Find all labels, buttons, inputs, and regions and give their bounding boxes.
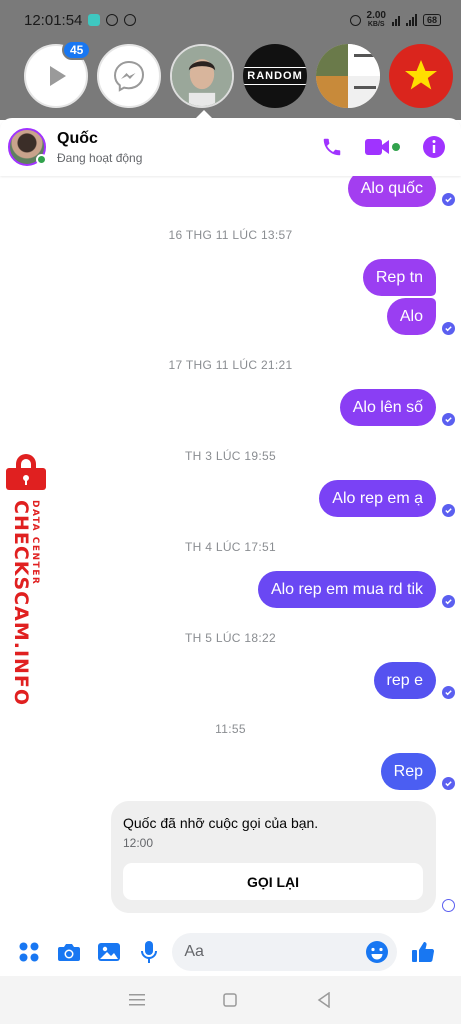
emoji-icon[interactable] <box>365 940 389 964</box>
phone-icon <box>323 138 341 156</box>
active-head-pointer <box>196 110 212 118</box>
system-nav-bar <box>0 976 461 1024</box>
four-dots-icon <box>19 942 39 962</box>
seen-icon <box>442 322 455 335</box>
call-back-button[interactable]: GỌI LẠI <box>123 863 423 900</box>
watermark-sub-text: DATA CENTER <box>30 500 40 586</box>
seen-icon <box>442 777 455 790</box>
timestamp: TH 5 LÚC 18:22 <box>185 631 276 645</box>
square-icon <box>223 993 238 1007</box>
missed-call-time: 12:00 <box>123 836 154 850</box>
message-bubble[interactable]: Alo lên số <box>339 389 436 426</box>
messenger-icon <box>113 60 145 92</box>
chat-head-random[interactable]: RANDOM <box>243 44 307 108</box>
menu-lines-icon <box>128 994 145 1006</box>
seen-icon <box>442 413 455 426</box>
seen-icon <box>442 595 455 608</box>
play-icon <box>50 66 66 86</box>
timestamp: 16 THG 11 LÚC 13:57 <box>168 228 293 242</box>
missed-call-text: Quốc đã nhỡ cuộc gọi của bạn. <box>123 815 319 831</box>
video-camera-icon <box>365 139 400 155</box>
net-speed: 2.00 KB/S <box>366 10 386 29</box>
timestamp: TH 3 LÚC 19:55 <box>185 449 276 463</box>
notification-circle-icon <box>106 14 119 26</box>
back-button[interactable] <box>312 988 336 1012</box>
camera-icon <box>57 944 80 961</box>
menu-button[interactable] <box>16 939 41 965</box>
seen-icon <box>442 504 455 517</box>
unread-badge: 45 <box>62 40 92 60</box>
timestamp: 17 THG 11 LÚC 21:21 <box>168 358 293 372</box>
image-icon <box>97 943 120 961</box>
chat-head-messenger[interactable] <box>97 44 161 108</box>
contact-name: Quốc <box>57 129 98 147</box>
message-bubble[interactable]: Rep <box>380 753 436 790</box>
timestamp: TH 4 LÚC 17:51 <box>185 540 276 554</box>
message-bubble[interactable]: Alo rep em mua rd tik <box>257 571 436 608</box>
video-call-button[interactable] <box>363 134 403 160</box>
thumbs-up-icon <box>412 942 435 963</box>
seen-icon <box>442 686 455 699</box>
home-button[interactable] <box>218 988 242 1012</box>
voice-call-button[interactable] <box>319 134 345 160</box>
microphone-icon <box>140 941 157 963</box>
chat-head-flag[interactable] <box>389 44 453 108</box>
voice-record-button[interactable] <box>136 939 161 965</box>
message-input-box[interactable] <box>172 933 397 971</box>
status-time: 12:01:54 <box>24 11 83 29</box>
battery-icon: 68 <box>422 14 441 26</box>
message-bubble[interactable]: Alo quốc <box>347 176 436 207</box>
checkscam-watermark: CHECKSCAM.INFO DATA CENTER <box>2 452 50 706</box>
seen-icon <box>442 193 455 206</box>
camera-button[interactable] <box>56 939 81 965</box>
chat-header: Quốc Đang hoạt động <box>0 118 461 176</box>
recents-button[interactable] <box>125 988 149 1012</box>
message-list: Alo quốc 16 THG 11 LÚC 13:57 Rep tn Alo … <box>0 176 461 926</box>
contact-avatar[interactable] <box>8 128 47 166</box>
message-bubble[interactable]: Alo rep em ạ <box>319 480 436 517</box>
star-icon <box>405 60 437 90</box>
timestamp: 11:55 <box>215 722 246 736</box>
online-indicator <box>36 154 47 165</box>
message-bubble[interactable]: Rep tn <box>362 259 436 296</box>
missed-call-card: Quốc đã nhỡ cuộc gọi của bạn. 12:00 GỌI … <box>111 801 436 913</box>
messenger-notification-icon <box>124 14 137 26</box>
chat-head-collage[interactable] <box>316 44 380 108</box>
random-logo: RANDOM <box>243 67 307 85</box>
gallery-button[interactable] <box>96 939 121 965</box>
delivered-icon <box>442 899 455 912</box>
person-avatar-image <box>172 46 232 106</box>
like-button[interactable] <box>411 939 436 965</box>
notification-app-icon <box>88 14 101 26</box>
contact-status: Đang hoạt động <box>57 150 143 165</box>
cell-signal-icon <box>405 14 417 26</box>
lock-icon <box>6 454 46 490</box>
message-input[interactable] <box>184 943 365 961</box>
message-composer <box>0 928 461 976</box>
wifi-signal-icon <box>391 14 400 26</box>
message-bubble[interactable]: rep e <box>373 662 436 699</box>
back-triangle-icon <box>317 992 330 1008</box>
contact-info[interactable]: Quốc Đang hoạt động <box>57 130 301 165</box>
info-button[interactable] <box>421 134 447 160</box>
info-icon <box>423 136 445 158</box>
watermark-main-text: CHECKSCAM.INFO <box>10 500 32 707</box>
chat-heads-row: 45 RANDOM <box>24 40 461 108</box>
message-bubble[interactable]: Alo <box>386 298 436 335</box>
chat-head-person[interactable] <box>170 44 234 108</box>
alarm-icon <box>349 14 361 26</box>
collage-image <box>316 44 380 108</box>
status-bar: 12:01:54 2.00 KB/S 68 <box>0 0 461 40</box>
